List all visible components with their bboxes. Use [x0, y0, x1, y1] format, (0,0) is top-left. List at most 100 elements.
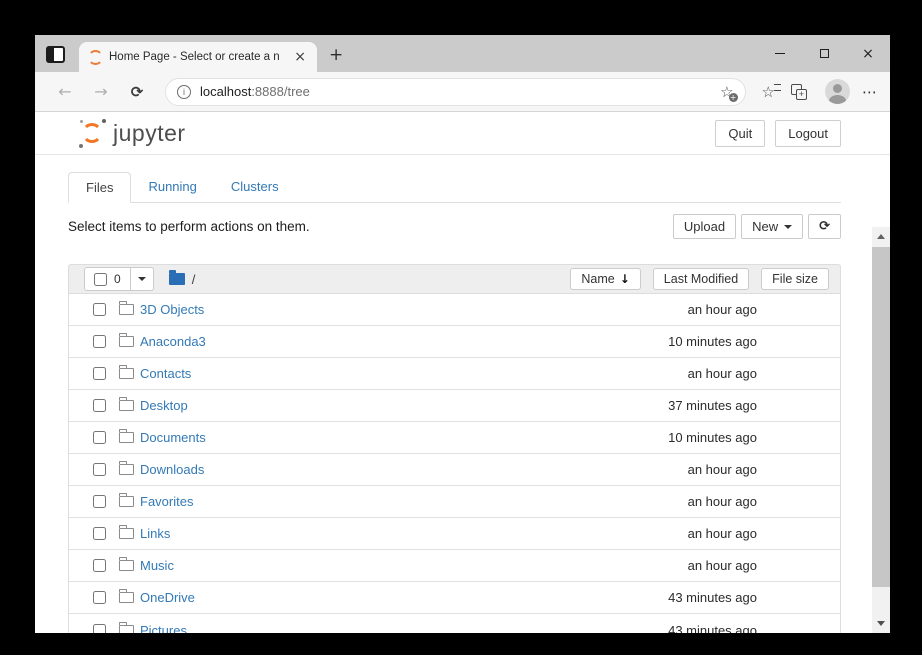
table-row: Contacts an hour ago: [69, 358, 840, 390]
folder-icon: [119, 432, 134, 443]
table-row: OneDrive 43 minutes ago: [69, 582, 840, 614]
back-icon[interactable]: ←: [52, 82, 78, 101]
tab-close-icon[interactable]: ×: [292, 49, 308, 65]
last-modified-text: 43 minutes ago: [668, 590, 757, 605]
favorites-list-icon[interactable]: ☆: [762, 83, 775, 101]
breadcrumb: /: [169, 272, 196, 287]
folder-icon: [119, 560, 134, 571]
last-modified-text: 37 minutes ago: [668, 398, 757, 413]
maximize-icon: [820, 49, 829, 58]
row-checkbox[interactable]: [93, 559, 106, 572]
page-scrollbar[interactable]: [872, 227, 890, 633]
row-checkbox[interactable]: [93, 527, 106, 540]
row-checkbox[interactable]: [93, 335, 106, 348]
table-row: Documents 10 minutes ago: [69, 422, 840, 454]
select-all-checkbox[interactable]: [94, 273, 107, 286]
tab-files[interactable]: Files: [68, 172, 131, 203]
root-folder-icon[interactable]: [169, 273, 185, 285]
last-modified-text: 10 minutes ago: [668, 334, 757, 349]
table-row: Links an hour ago: [69, 518, 840, 550]
file-link[interactable]: Pictures: [140, 623, 187, 634]
header-buttons: Quit Logout: [715, 120, 841, 147]
browser-navbar: ← → ⟳ i localhost:8888/tree ☆+ ☆ + ⋯: [35, 72, 890, 112]
tab-clusters[interactable]: Clusters: [214, 172, 296, 202]
sort-name-button[interactable]: Name↓: [570, 268, 640, 290]
window-controls: ×: [758, 35, 890, 72]
jupyter-header: jupyter Quit Logout: [35, 112, 890, 155]
file-link[interactable]: 3D Objects: [140, 302, 204, 317]
tab-title: Home Page - Select or create a n: [109, 51, 286, 63]
scrollbar-thumb[interactable]: [872, 247, 890, 587]
hint-text: Select items to perform actions on them.: [68, 219, 310, 234]
folder-icon: [119, 625, 134, 634]
folder-icon: [119, 368, 134, 379]
row-checkbox[interactable]: [93, 399, 106, 412]
scroll-down-icon[interactable]: [877, 621, 885, 626]
url-host: localhost: [200, 84, 251, 99]
tab-running[interactable]: Running: [131, 172, 213, 202]
row-checkbox[interactable]: [93, 431, 106, 444]
minimize-button[interactable]: [758, 35, 802, 72]
address-bar[interactable]: i localhost:8888/tree ☆+: [165, 78, 746, 106]
browser-titlebar: Home Page - Select or create a n × + ×: [35, 35, 890, 72]
row-checkbox[interactable]: [93, 495, 106, 508]
file-link[interactable]: OneDrive: [140, 590, 195, 605]
file-link[interactable]: Links: [140, 526, 170, 541]
last-modified-text: an hour ago: [688, 366, 757, 381]
table-row: Music an hour ago: [69, 550, 840, 582]
folder-icon: [119, 528, 134, 539]
collections-icon[interactable]: +: [791, 84, 807, 100]
file-link[interactable]: Favorites: [140, 494, 193, 509]
quit-button[interactable]: Quit: [715, 120, 765, 147]
folder-icon: [119, 304, 134, 315]
last-modified-text: 43 minutes ago: [668, 623, 757, 634]
jupyter-page: jupyter Quit Logout Files Running Cluste…: [35, 112, 890, 633]
jupyter-logo[interactable]: jupyter: [78, 118, 186, 148]
row-checkbox[interactable]: [93, 463, 106, 476]
browser-tab[interactable]: Home Page - Select or create a n ×: [79, 42, 317, 72]
jupyter-tabs: Files Running Clusters: [68, 172, 841, 203]
sort-modified-button[interactable]: Last Modified: [653, 268, 749, 290]
new-tab-button[interactable]: +: [329, 45, 343, 65]
select-all-group: 0: [84, 267, 154, 291]
site-info-icon[interactable]: i: [177, 85, 191, 99]
tab-actions-menu-icon[interactable]: [46, 46, 65, 63]
browser-menu-icon[interactable]: ⋯: [862, 83, 878, 101]
file-link[interactable]: Contacts: [140, 366, 191, 381]
new-dropdown-button[interactable]: New: [741, 214, 803, 239]
folder-icon: [119, 464, 134, 475]
file-link[interactable]: Music: [140, 558, 174, 573]
close-button[interactable]: ×: [846, 35, 890, 72]
forward-icon[interactable]: →: [88, 82, 114, 101]
file-list-header: 0 / Name↓ Last Modified File size: [68, 264, 841, 294]
table-row: Downloads an hour ago: [69, 454, 840, 486]
last-modified-text: an hour ago: [688, 302, 757, 317]
url-text: localhost:8888/tree: [200, 84, 310, 99]
row-checkbox[interactable]: [93, 367, 106, 380]
action-row: Select items to perform actions on them.…: [68, 214, 841, 239]
add-favorite-icon[interactable]: ☆+: [720, 83, 733, 101]
reload-icon[interactable]: ⟳: [124, 83, 150, 101]
select-filter-dropdown[interactable]: [131, 268, 153, 290]
row-checkbox[interactable]: [93, 303, 106, 316]
sort-size-button[interactable]: File size: [761, 268, 829, 290]
sort-buttons: Name↓ Last Modified File size: [570, 268, 829, 290]
scroll-up-icon[interactable]: [877, 234, 885, 239]
selected-count: 0: [114, 272, 121, 286]
file-link[interactable]: Desktop: [140, 398, 188, 413]
file-link[interactable]: Documents: [140, 430, 206, 445]
maximize-button[interactable]: [802, 35, 846, 72]
select-all-control[interactable]: 0: [85, 268, 131, 290]
last-modified-text: 10 minutes ago: [668, 430, 757, 445]
folder-icon: [119, 400, 134, 411]
upload-button[interactable]: Upload: [673, 214, 736, 239]
profile-avatar[interactable]: [825, 79, 850, 104]
row-checkbox[interactable]: [93, 591, 106, 604]
row-checkbox[interactable]: [93, 624, 106, 634]
table-row: Anaconda3 10 minutes ago: [69, 326, 840, 358]
logout-button[interactable]: Logout: [775, 120, 841, 147]
file-link[interactable]: Downloads: [140, 462, 204, 477]
refresh-button[interactable]: ⟳: [808, 214, 841, 239]
file-link[interactable]: Anaconda3: [140, 334, 206, 349]
breadcrumb-root[interactable]: /: [192, 272, 196, 287]
